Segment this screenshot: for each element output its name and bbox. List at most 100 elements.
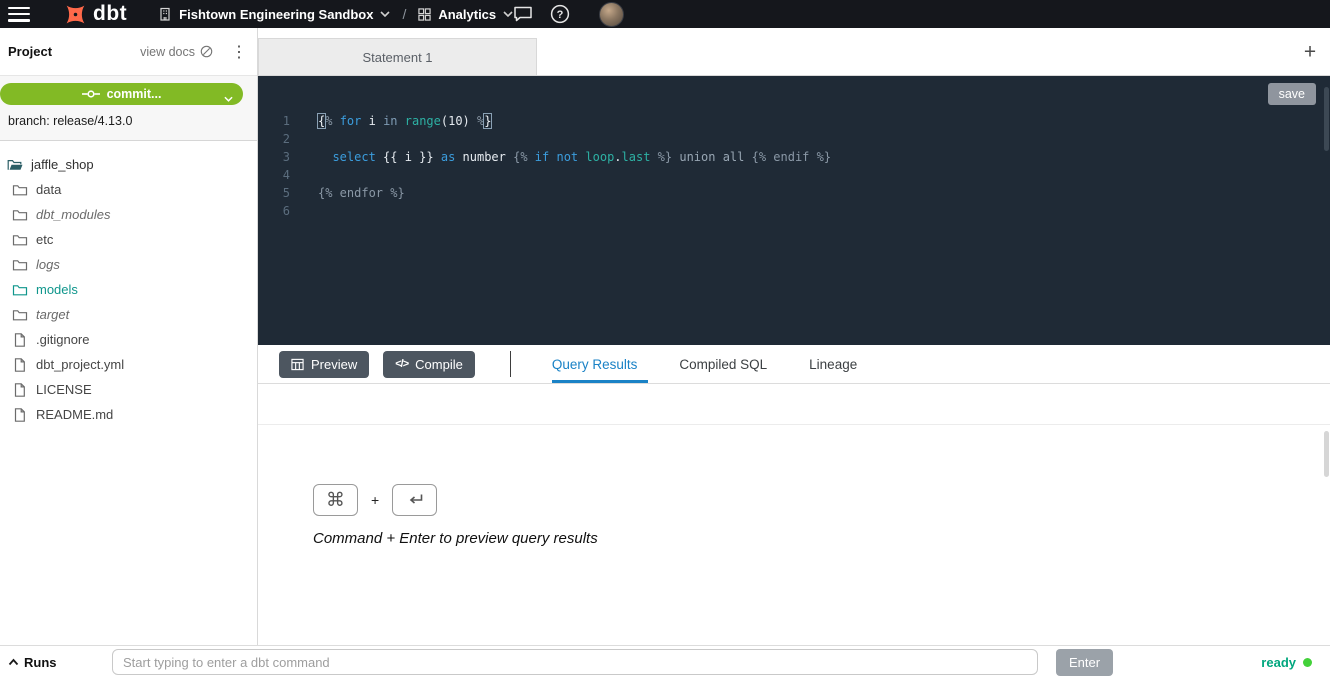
editor-gutter: 123456: [258, 76, 302, 345]
caret-up-icon: [8, 658, 19, 666]
folder-icon: [12, 257, 28, 273]
editor-scrollbar[interactable]: [1324, 87, 1329, 151]
line-number: 2: [258, 130, 302, 148]
preview-button-label: Preview: [311, 357, 357, 372]
tab-statement-1[interactable]: Statement 1: [258, 38, 537, 75]
tree-item-gitignore[interactable]: .gitignore: [0, 327, 257, 352]
runs-toggle[interactable]: Runs: [8, 655, 112, 670]
query-results-area: ⌘ + Command + Enter to preview query res…: [258, 384, 1330, 645]
tree-item-label: dbt_project.yml: [36, 357, 124, 372]
commit-button[interactable]: commit...: [0, 83, 243, 105]
tree-item-models[interactable]: models: [0, 277, 257, 302]
grid-icon: [418, 8, 431, 21]
save-button[interactable]: save: [1268, 83, 1316, 105]
kebab-menu-icon[interactable]: ⋮: [231, 42, 245, 62]
line-number: 1: [258, 112, 302, 130]
commit-button-label: commit...: [107, 87, 162, 101]
command-bar: Runs Enter ready: [0, 645, 1330, 678]
status-label: ready: [1261, 655, 1296, 670]
runs-label: Runs: [24, 655, 57, 670]
account-selector[interactable]: Fishtown Engineering Sandbox: [158, 7, 390, 22]
branch-label: branch: release/4.13.0: [0, 105, 257, 128]
tree-item-logs[interactable]: logs: [0, 252, 257, 277]
line-number: 5: [258, 184, 302, 202]
dbt-logo[interactable]: dbt: [63, 2, 127, 27]
tree-item-label: models: [36, 282, 78, 297]
chevron-down-icon: [380, 11, 390, 17]
file-icon: [12, 407, 28, 423]
code-editor[interactable]: save 123456 {% for i in range(10) %} sel…: [258, 76, 1330, 345]
editor-code[interactable]: {% for i in range(10) %} select {{ i }} …: [302, 76, 1330, 345]
breadcrumb-separator: /: [402, 6, 406, 22]
folder-icon: [12, 207, 28, 223]
compile-button[interactable]: </> Compile: [383, 351, 475, 378]
tree-item-target[interactable]: target: [0, 302, 257, 327]
file-icon: [12, 357, 28, 373]
panel-tabs: Query Results Compiled SQL Lineage: [552, 345, 857, 383]
tree-item-dbt-modules[interactable]: dbt_modules: [0, 202, 257, 227]
editor-pane: Statement 1 + save 123456 {% for i in ra…: [258, 28, 1330, 645]
tree-item-jaffle-shop[interactable]: jaffle_shop: [0, 152, 257, 177]
preview-button[interactable]: Preview: [279, 351, 369, 378]
code-line[interactable]: [318, 130, 1330, 148]
code-line[interactable]: [318, 202, 1330, 220]
compile-button-label: Compile: [415, 357, 463, 372]
shortcut-hint: ⌘ + Command + Enter to preview query res…: [313, 484, 1330, 547]
tree-item-data[interactable]: data: [0, 177, 257, 202]
toolbar-divider: [510, 351, 511, 377]
code-brackets-icon: </>: [395, 358, 408, 370]
tree-item-label: etc: [36, 232, 53, 247]
topbar-left: dbt Fishtown Engineering Sandbox /: [8, 2, 513, 27]
line-number: 3: [258, 148, 302, 166]
topbar: dbt Fishtown Engineering Sandbox /: [0, 0, 1330, 28]
chat-icon[interactable]: [513, 5, 533, 23]
line-number: 4: [258, 166, 302, 184]
help-icon[interactable]: ?: [550, 4, 570, 24]
tree-item-label: .gitignore: [36, 332, 89, 347]
panel-toolbar: Preview </> Compile Query Results Compile…: [258, 345, 1330, 384]
results-panel: Preview </> Compile Query Results Compile…: [258, 345, 1330, 645]
folder-icon: [12, 307, 28, 323]
svg-text:?: ?: [557, 9, 564, 21]
folder-icon: [12, 232, 28, 248]
file-icon: [12, 332, 28, 348]
account-name: Fishtown Engineering Sandbox: [179, 7, 373, 22]
tree-item-label: README.md: [36, 407, 113, 422]
folder-icon: [12, 282, 28, 298]
results-scrollbar[interactable]: [1324, 431, 1329, 477]
hamburger-menu-icon[interactable]: [8, 7, 30, 22]
topbar-right: ?: [513, 2, 624, 27]
view-docs-icon: [200, 45, 213, 58]
tree-item-license[interactable]: LICENSE: [0, 377, 257, 402]
tree-item-dbt-project-yml[interactable]: dbt_project.yml: [0, 352, 257, 377]
dbt-logo-icon: [63, 2, 88, 27]
dbt-cloud-ide: dbt Fishtown Engineering Sandbox /: [0, 0, 1330, 678]
line-number: 6: [258, 202, 302, 220]
panel-tab-query-results[interactable]: Query Results: [552, 345, 638, 383]
tree-item-label: LICENSE: [36, 382, 92, 397]
user-avatar[interactable]: [599, 2, 624, 27]
panel-tab-lineage[interactable]: Lineage: [809, 345, 857, 383]
view-docs-link[interactable]: view docs: [140, 45, 213, 59]
command-key-icon: ⌘: [313, 484, 358, 516]
code-line[interactable]: select {{ i }} as number {% if not loop.…: [318, 148, 1330, 166]
tree-item-etc[interactable]: etc: [0, 227, 257, 252]
tree-item-label: data: [36, 182, 61, 197]
code-line[interactable]: [318, 166, 1330, 184]
table-grid-icon: [291, 358, 304, 371]
chevron-down-icon: [503, 11, 513, 17]
new-tab-button[interactable]: +: [1299, 41, 1321, 62]
results-header-strip: [258, 384, 1330, 425]
command-glyph: ⌘: [326, 489, 345, 511]
code-line[interactable]: {% endfor %}: [318, 184, 1330, 202]
dbt-command-input[interactable]: [112, 649, 1038, 675]
code-line[interactable]: {% for i in range(10) %}: [318, 112, 1330, 130]
project-selector[interactable]: Analytics: [418, 7, 513, 22]
plus-sign: +: [371, 492, 379, 508]
enter-button[interactable]: Enter: [1056, 649, 1113, 676]
panel-tab-compiled-sql[interactable]: Compiled SQL: [679, 345, 767, 383]
tree-item-readme-md[interactable]: README.md: [0, 402, 257, 427]
chevron-down-icon: [224, 91, 233, 105]
enter-key-icon: [392, 484, 437, 516]
file-icon: [12, 382, 28, 398]
